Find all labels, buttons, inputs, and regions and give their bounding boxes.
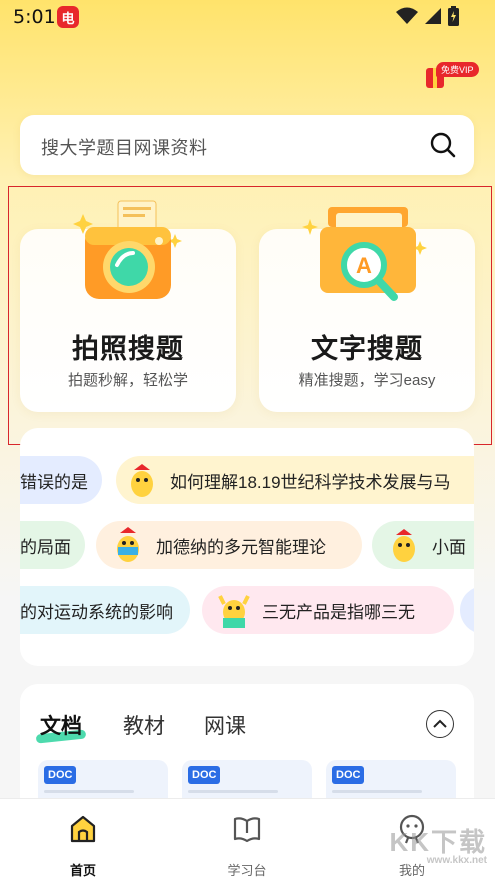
doc-badge: DOC [332,766,365,784]
topic-text: 小面 [432,537,466,557]
svg-text:A: A [356,253,372,278]
status-bar: 5:01 电 [0,0,495,34]
topic-chip[interactable]: 小面 [372,521,474,569]
mascot-icon [131,464,153,497]
topic-chip[interactable]: 加德纳的多元智能理论 [96,521,362,569]
topic-chip[interactable]: 错误的是 [20,456,102,504]
photo-search-title: 拍照搜题 [72,334,184,364]
doc-badge: DOC [44,766,77,784]
topic-text: 的局面 [20,537,71,557]
doc-badge: DOC [188,766,221,784]
photo-search-subtitle: 拍题秒解，轻松学 [67,372,188,389]
hot-topics-panel: 错误的是 如何理解18.19世纪科学技术发展与马 的局面 加德纳的多元智能理论 … [20,428,474,666]
photo-search-card[interactable]: 拍照搜题 拍题秒解，轻松学 [20,200,236,412]
topic-chip[interactable] [460,586,474,634]
tab-textbooks[interactable]: 教材 [123,710,165,740]
battery-icon [448,6,459,26]
nav-study[interactable]: 学习台 [207,813,287,879]
topic-text: 三无产品是指哪三无 [262,602,415,622]
free-vip-button[interactable]: 免费VIP [424,62,479,90]
text-search-title: 文字搜题 [311,334,423,364]
collapse-button[interactable] [426,710,454,738]
topic-chip[interactable]: 的局面 [20,521,85,569]
text-search-card[interactable]: A 文字搜题 精准搜题，学习easy [259,207,475,412]
search-input[interactable]: 搜大学题目网课资料 [41,134,208,160]
nav-home[interactable]: 首页 [43,813,123,879]
watermark-text: KK下载 [389,827,487,857]
home-icon [70,815,96,843]
topic-text: 的对运动系统的影响 [20,602,173,622]
camera-icon [73,200,182,299]
topic-text: 加德纳的多元智能理论 [156,537,326,557]
notification-app-icon: 电 [57,6,79,28]
topic-text: 如何理解18.19世纪科学技术发展与马 [170,472,451,492]
status-time: 5:01 [13,6,56,28]
nav-study-label: 学习台 [227,863,267,878]
mascot-reading-icon [117,527,139,562]
topic-chip[interactable]: 的对运动系统的影响 [20,586,190,634]
wifi-icon [396,7,418,24]
search-icon[interactable] [430,132,456,158]
text-search-subtitle: 精准搜题，学习easy [298,372,436,389]
tab-online-courses[interactable]: 网课 [204,710,246,740]
search-bar[interactable]: 搜大学题目网课资料 [20,115,474,175]
tab-documents[interactable]: 文档 [40,710,82,740]
chevron-up-icon [433,719,447,728]
nav-home-label: 首页 [69,863,96,878]
topic-chip[interactable]: 三无产品是指哪三无 [202,586,454,634]
watermark: KK下载 www.kkx.net [389,822,487,866]
mascot-icon [393,529,415,562]
signal-icon [425,8,441,24]
topic-chip[interactable]: 如何理解18.19世纪科学技术发展与马 [116,456,474,504]
book-icon [233,817,261,843]
free-vip-label: 免费VIP [436,62,479,77]
topic-text: 错误的是 [20,472,88,492]
mascot-cheer-icon [218,595,250,628]
folder-a-icon: A [302,207,427,301]
